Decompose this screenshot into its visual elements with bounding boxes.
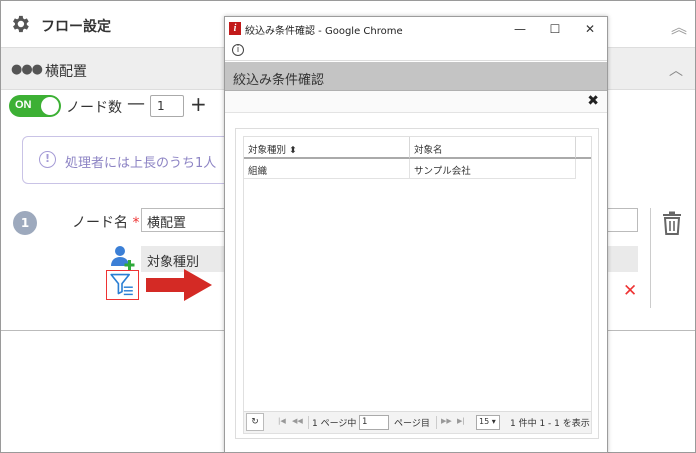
- chevron-up-icon[interactable]: ︿: [669, 60, 683, 80]
- page-title: フロー設定: [41, 19, 111, 35]
- info-icon: !: [39, 151, 56, 168]
- red-arrow-icon: [146, 269, 212, 301]
- table-cell[interactable]: 組織: [244, 159, 410, 179]
- decrement-button[interactable]: —: [127, 93, 145, 114]
- grid-table: 対象種別 ⬍ 対象名 組織 サンプル会社 ↻ |◀ ◀◀ 1 ページ中 1 ペー…: [243, 136, 592, 434]
- last-page-icon[interactable]: ▶|: [457, 417, 465, 425]
- results-grid: 対象種別 ⬍ 対象名 組織 サンプル会社 ↻ |◀ ◀◀ 1 ページ中 1 ペー…: [235, 128, 599, 439]
- required-mark: *: [132, 215, 140, 231]
- window-titlebar: i 絞込み条件確認 - Google Chrome — ☐ ✕: [225, 17, 607, 41]
- column-header-target-name[interactable]: 対象名: [410, 137, 576, 159]
- page-size-select[interactable]: 15 ▾: [476, 415, 500, 430]
- prev-page-icon[interactable]: ◀◀: [292, 417, 303, 425]
- increment-button[interactable]: +: [190, 92, 207, 116]
- node-count-value: 1: [157, 99, 165, 113]
- dots-icon: ●●●: [11, 62, 43, 77]
- site-info-icon[interactable]: i: [232, 44, 244, 56]
- node-count-label: ノード数: [66, 100, 122, 116]
- app-logo-icon: i: [229, 22, 241, 35]
- node-name-input[interactable]: 横配置: [141, 208, 227, 232]
- popup-window: i 絞込み条件確認 - Google Chrome — ☐ ✕ i 絞込み条件確…: [224, 16, 608, 453]
- pagination-bar: ↻ |◀ ◀◀ 1 ページ中 1 ページ目 ▶▶ ▶| 15 ▾ 1 件中 1 …: [244, 411, 591, 433]
- pager-separator: [308, 416, 309, 429]
- divider: [650, 208, 651, 308]
- dialog-title: 絞込み条件確認: [233, 73, 325, 88]
- node-number-badge: 1: [13, 211, 37, 235]
- filter-button[interactable]: [106, 270, 139, 300]
- table-cell[interactable]: サンプル会社: [410, 159, 576, 179]
- window-title: 絞込み条件確認 - Google Chrome: [245, 26, 403, 37]
- remove-icon[interactable]: ✕: [623, 281, 637, 301]
- minimize-button[interactable]: —: [505, 19, 535, 39]
- dialog-toolbar: ✖: [225, 91, 607, 113]
- maximize-button[interactable]: ☐: [540, 19, 570, 39]
- pager-separator: [436, 416, 437, 429]
- page-number-input[interactable]: 1: [359, 415, 389, 430]
- node-count-select[interactable]: 1 ▼: [150, 95, 304, 117]
- dialog-header: 絞込み条件確認: [225, 62, 607, 91]
- gear-icon: [13, 15, 29, 33]
- window-close-button[interactable]: ✕: [575, 19, 605, 39]
- next-page-icon[interactable]: ▶▶: [441, 417, 452, 425]
- double-chevron-up-icon[interactable]: ︽: [671, 14, 687, 38]
- page-size-value: 15: [479, 417, 490, 426]
- record-summary: 1 件中 1 - 1 を表示: [510, 419, 590, 429]
- column-header-spacer: [576, 137, 591, 159]
- dialog-close-button[interactable]: ✖: [587, 93, 599, 109]
- on-off-toggle[interactable]: ON: [9, 95, 61, 117]
- refresh-icon[interactable]: ↻: [246, 413, 264, 431]
- toggle-label: ON: [15, 99, 32, 111]
- section-title: 横配置: [45, 64, 87, 80]
- first-page-icon[interactable]: |◀: [278, 417, 286, 425]
- node-name-label-text: ノード名: [72, 215, 128, 231]
- trash-icon[interactable]: [661, 211, 683, 235]
- toggle-knob: [41, 97, 59, 115]
- info-message-text: 処理者には上長のうち1人: [65, 156, 217, 171]
- add-user-icon[interactable]: [109, 244, 137, 272]
- filter-icon: [110, 273, 133, 296]
- column-header-target-type[interactable]: 対象種別 ⬍: [244, 137, 410, 159]
- page-suffix-text: ページ目: [394, 419, 430, 429]
- node-name-label: ノード名 *: [72, 212, 139, 232]
- address-bar: i: [225, 41, 607, 61]
- node-name-input-end[interactable]: [606, 208, 638, 232]
- page-prefix-text: 1 ページ中: [312, 419, 357, 429]
- target-type-header-end: [606, 246, 638, 272]
